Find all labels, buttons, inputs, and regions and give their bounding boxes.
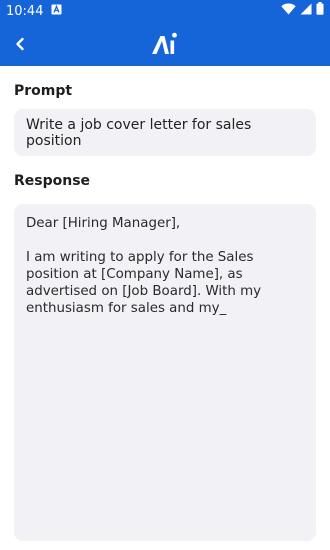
cell-signal-icon: [300, 2, 312, 20]
status-bar: 10:44: [0, 0, 330, 22]
app-bar: [0, 22, 330, 66]
response-text-area: Dear [Hiring Manager], I am writing to a…: [14, 204, 316, 541]
prompt-label: Prompt: [14, 83, 73, 99]
back-button[interactable]: [6, 30, 34, 58]
battery-icon: [316, 2, 324, 20]
ai-logo-icon: [150, 31, 180, 57]
a-notification-icon: [51, 4, 62, 19]
status-right: [281, 2, 324, 20]
wifi-icon: [281, 2, 296, 20]
chevron-left-icon: [16, 37, 24, 51]
prompt-input[interactable]: Write a job cover letter for sales posit…: [14, 109, 316, 156]
status-time: 10:44: [6, 3, 44, 19]
response-label: Response: [14, 173, 91, 189]
status-left: 10:44: [6, 4, 62, 19]
